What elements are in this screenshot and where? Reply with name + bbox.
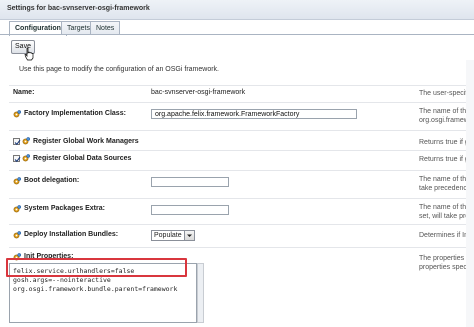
init-properties-line: org.osgi.framework.bundle.parent=framewo… (13, 285, 178, 293)
deploy-bundles-select[interactable]: Populate (151, 230, 195, 241)
name-value: bac-svnserver-osgi-framework (151, 89, 246, 96)
gear-icon (13, 231, 21, 239)
factory-note-2: org.osgi.framewo (419, 117, 473, 124)
window-titlebar: Settings for bac-svnserver-osgi-framewor… (0, 0, 474, 20)
deploy-bundles-label: Deploy Installation Bundles: (24, 231, 119, 238)
row-divider (9, 102, 474, 103)
boot-delegation-input[interactable] (151, 177, 229, 187)
system-packages-label: System Packages Extra: (24, 205, 105, 212)
system-packages-input[interactable] (151, 205, 229, 215)
intro-text: Use this page to modify the configuratio… (19, 66, 219, 73)
gear-icon (22, 154, 30, 162)
system-packages-note-1: The name of the (419, 204, 470, 211)
hand-cursor-icon (24, 47, 34, 61)
row-divider (9, 247, 474, 248)
row-divider (9, 170, 474, 171)
window-title: Settings for bac-svnserver-osgi-framewor… (7, 5, 150, 12)
row-divider (9, 224, 474, 225)
name-label: Name: (13, 89, 35, 96)
boot-delegation-note-1: The name of the (419, 176, 470, 183)
gear-icon (22, 137, 30, 145)
factory-class-label: Factory Implementation Class: (24, 110, 126, 117)
factory-note-1: The name of the (419, 108, 470, 115)
deploy-bundles-selected: Populate (154, 232, 182, 239)
right-edge-panel (466, 60, 474, 327)
factory-class-input[interactable]: org.apache.felix.framework.FrameworkFact… (151, 109, 357, 119)
row-divider (9, 198, 474, 199)
register-data-sources-label: Register Global Data Sources (33, 155, 132, 162)
highlight-annotation (6, 258, 187, 277)
register-work-managers-label: Register Global Work Managers (33, 138, 139, 145)
row-divider (9, 130, 474, 131)
tab-notes[interactable]: Notes (90, 21, 121, 35)
register-data-sources-checkbox[interactable] (13, 155, 21, 163)
row-divider (9, 85, 474, 86)
tab-divider (0, 34, 474, 35)
register-work-managers-checkbox[interactable] (13, 138, 21, 146)
chevron-down-icon[interactable] (184, 231, 194, 240)
row-divider (9, 150, 474, 151)
init-properties-line: gosh.args=--nointeractive (13, 276, 111, 284)
gear-icon (13, 205, 21, 213)
boot-delegation-label: Boot delegation: (24, 177, 80, 184)
gear-icon (13, 177, 21, 185)
textarea-scrollbar[interactable] (197, 263, 204, 323)
gear-icon (13, 110, 21, 118)
name-note: The user-specifi (419, 90, 469, 97)
